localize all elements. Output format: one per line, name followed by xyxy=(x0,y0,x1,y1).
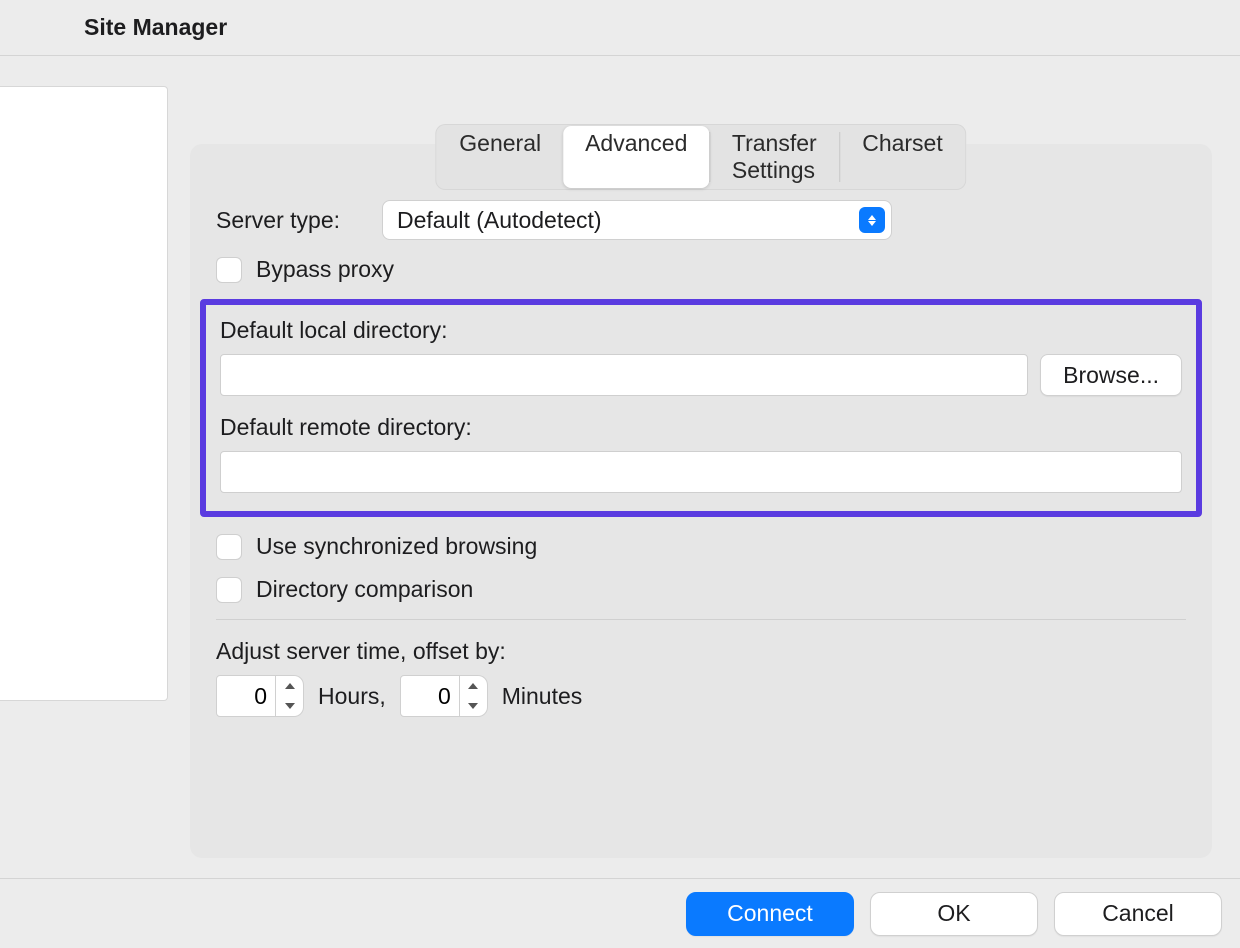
settings-panel: General Advanced Transfer Settings Chars… xyxy=(190,144,1212,858)
dir-compare-checkbox[interactable] xyxy=(216,577,242,603)
hours-label: Hours, xyxy=(318,683,386,710)
sync-browsing-checkbox[interactable] xyxy=(216,534,242,560)
minutes-label: Minutes xyxy=(502,683,583,710)
server-type-label: Server type: xyxy=(216,207,376,234)
bypass-proxy-label: Bypass proxy xyxy=(256,256,394,283)
server-type-select[interactable]: Default (Autodetect) xyxy=(382,200,892,240)
tab-charset[interactable]: Charset xyxy=(840,126,965,188)
titlebar: Site Manager xyxy=(0,0,1240,56)
chevron-down-icon[interactable] xyxy=(460,696,487,716)
panel-body: Server type: Default (Autodetect) Bypass… xyxy=(190,144,1212,737)
tab-advanced[interactable]: Advanced xyxy=(563,126,709,188)
site-list[interactable] xyxy=(0,86,168,701)
tab-general[interactable]: General xyxy=(437,126,563,188)
hours-stepper-arrows[interactable] xyxy=(276,675,304,717)
hours-input[interactable] xyxy=(216,675,276,717)
remote-dir-input[interactable] xyxy=(220,451,1182,493)
minutes-stepper[interactable] xyxy=(400,675,488,717)
chevron-up-icon[interactable] xyxy=(276,676,303,696)
highlighted-directory-section: Default local directory: Browse... Defau… xyxy=(200,299,1202,517)
local-dir-label: Default local directory: xyxy=(220,317,1182,344)
select-handle-icon xyxy=(859,207,885,233)
cancel-button[interactable]: Cancel xyxy=(1054,892,1222,936)
adjust-time-label: Adjust server time, offset by: xyxy=(216,638,1186,665)
dir-compare-label: Directory comparison xyxy=(256,576,473,603)
content-area: General Advanced Transfer Settings Chars… xyxy=(0,56,1240,878)
minutes-stepper-arrows[interactable] xyxy=(460,675,488,717)
tab-bar: General Advanced Transfer Settings Chars… xyxy=(435,124,966,190)
tab-transfer-settings[interactable]: Transfer Settings xyxy=(710,126,840,188)
browse-button[interactable]: Browse... xyxy=(1040,354,1182,396)
hours-stepper[interactable] xyxy=(216,675,304,717)
chevron-down-icon[interactable] xyxy=(276,696,303,716)
server-type-value: Default (Autodetect) xyxy=(397,207,602,234)
minutes-input[interactable] xyxy=(400,675,460,717)
ok-button[interactable]: OK xyxy=(870,892,1038,936)
chevron-up-icon[interactable] xyxy=(460,676,487,696)
bypass-proxy-checkbox[interactable] xyxy=(216,257,242,283)
window-title: Site Manager xyxy=(84,14,227,41)
sync-browsing-label: Use synchronized browsing xyxy=(256,533,537,560)
local-dir-input[interactable] xyxy=(220,354,1028,396)
connect-button[interactable]: Connect xyxy=(686,892,854,936)
footer: Connect OK Cancel xyxy=(0,878,1240,948)
remote-dir-label: Default remote directory: xyxy=(220,414,1182,441)
divider xyxy=(216,619,1186,620)
